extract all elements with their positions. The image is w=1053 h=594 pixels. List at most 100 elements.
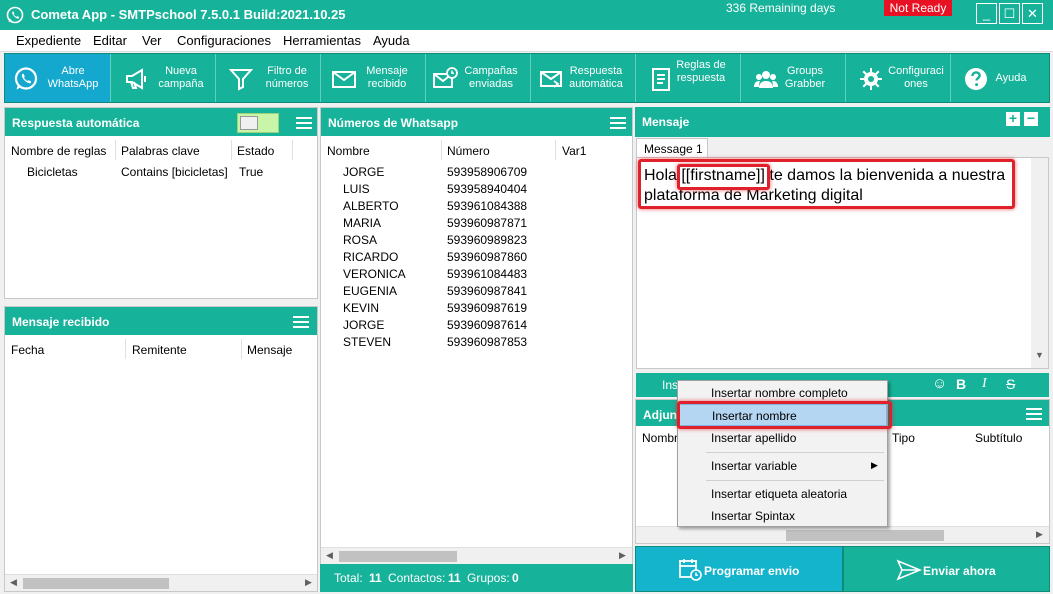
toolbar-label: Ayuda — [995, 72, 1027, 84]
panel-title: Mensaje — [642, 115, 690, 129]
scroll-thumb[interactable] — [23, 578, 169, 589]
menu-editar[interactable]: Editar — [93, 33, 127, 48]
menu-expediente[interactable]: Expediente — [16, 33, 81, 48]
scroll-thumb[interactable] — [786, 530, 944, 541]
toolbar-auto-reply[interactable]: Respuesta automática — [531, 54, 636, 102]
add-message-icon[interactable]: + — [1006, 111, 1020, 126]
close-button[interactable]: ✕ — [1022, 3, 1043, 24]
message-editor[interactable]: Hola [[firstname]] te damos la bienvenid… — [636, 157, 1049, 369]
menu-herramientas[interactable]: Herramientas — [283, 33, 361, 48]
horizontal-scrollbar[interactable]: ◀ ▶ — [5, 574, 317, 591]
column-header[interactable]: Fecha — [11, 343, 44, 357]
panel-title: Mensaje recibido — [12, 315, 110, 329]
groups-label: Grupos: — [467, 571, 510, 585]
menu-item-insert-variable[interactable]: Insertar variable ▶ — [678, 455, 887, 477]
contact-number: 593960987619 — [447, 301, 528, 315]
column-header[interactable]: Var1 — [562, 144, 586, 158]
scroll-right-icon[interactable]: ▶ — [619, 550, 626, 561]
menu-icon[interactable] — [296, 117, 312, 129]
contact-name: STEVEN — [343, 335, 392, 349]
horizontal-scrollbar[interactable]: ◀ ▶ — [321, 547, 632, 564]
toolbar: Abre WhatsApp Nueva campaña Filtro de nú… — [4, 53, 1050, 103]
menu-item-label: Insertar variable — [711, 459, 798, 473]
toolbar-help[interactable]: Ayuda — [951, 54, 1050, 102]
help-icon — [965, 68, 987, 90]
toolbar-new-campaign[interactable]: Nueva campaña — [111, 54, 216, 102]
message-highlight — [638, 159, 1015, 209]
menu-icon[interactable] — [610, 117, 626, 129]
contact-number: 593960987853 — [447, 335, 528, 349]
auto-reply-toggle[interactable] — [237, 113, 279, 133]
message-panel-header: Mensaje + − — [635, 107, 1050, 137]
menu-icon[interactable] — [293, 316, 309, 328]
scroll-right-icon[interactable]: ▶ — [1036, 529, 1043, 540]
column-divider — [115, 140, 116, 160]
toolbar-label: Reglas de respuesta — [676, 59, 726, 84]
whatsapp-icon — [6, 6, 24, 24]
toolbar-received-message[interactable]: Mensaje recibido — [321, 54, 426, 102]
maximize-button[interactable]: ☐ — [999, 3, 1020, 24]
tab-message-1[interactable]: Message 1 — [636, 138, 708, 158]
menu-item-label: Insertar Spintax — [711, 509, 796, 523]
toolbar-number-filter[interactable]: Filtro de números — [216, 54, 321, 102]
italic-icon[interactable]: I — [982, 376, 987, 392]
emoji-icon[interactable]: ☺ — [932, 375, 947, 392]
column-header[interactable]: Palabras clave — [121, 144, 200, 158]
numbers-status-bar: Total: 11 Contactos: 11 Grupos: 0 — [320, 564, 633, 592]
contact-number: 593958940404 — [447, 182, 528, 196]
contact-number: 593960987841 — [447, 284, 528, 298]
column-header[interactable]: Estado — [237, 144, 274, 158]
menu-item-insert-spintax[interactable]: Insertar Spintax — [678, 505, 887, 527]
insert-label[interactable]: Ins — [662, 378, 678, 392]
toolbar-sent-campaigns[interactable]: Campañas enviadas — [426, 54, 531, 102]
rule-state: True — [239, 165, 264, 179]
menu-item-insert-last-name[interactable]: Insertar apellido — [678, 427, 887, 449]
scroll-left-icon[interactable]: ◀ — [326, 550, 333, 561]
gear-icon — [860, 68, 882, 90]
funnel-icon — [228, 69, 254, 91]
panel-title: Adjun — [643, 408, 677, 422]
toolbar-open-whatsapp[interactable]: Abre WhatsApp — [5, 54, 111, 102]
contact-name: MARIA — [343, 216, 382, 230]
panel-title: Números de Whatsapp — [328, 116, 459, 130]
remove-message-icon[interactable]: − — [1024, 111, 1038, 126]
send-now-button[interactable]: Enviar ahora — [843, 546, 1050, 592]
toolbar-groups-grabber[interactable]: Groups Grabber — [741, 54, 846, 102]
scroll-right-icon[interactable]: ▶ — [305, 577, 312, 588]
column-header[interactable]: Nombre — [327, 144, 370, 158]
scroll-down-icon[interactable]: ▼ — [1035, 350, 1044, 360]
horizontal-scrollbar[interactable]: ▶ — [636, 526, 1049, 543]
vertical-scrollbar[interactable]: ▼ — [1031, 158, 1048, 368]
toolbar-label: Mensaje recibido — [366, 65, 408, 90]
menu-separator — [706, 452, 884, 453]
menu-item-insert-random-tag[interactable]: Insertar etiqueta aleatoria — [678, 483, 887, 505]
scroll-thumb[interactable] — [339, 551, 457, 562]
whatsapp-icon — [14, 67, 38, 90]
column-header[interactable]: Remitente — [132, 343, 187, 357]
send-plane-icon — [896, 559, 922, 581]
column-header[interactable]: Nombre de reglas — [11, 144, 106, 158]
column-header[interactable]: Subtítulo — [975, 431, 1022, 445]
toolbar-settings[interactable]: Configuraci ones — [846, 54, 951, 102]
rule-name: Bicicletas — [27, 165, 78, 179]
column-header[interactable]: Mensaje — [247, 343, 292, 357]
panel-header: Mensaje recibido — [5, 307, 317, 335]
menu-icon[interactable] — [1026, 408, 1042, 420]
contact-number: 593960987860 — [447, 250, 528, 264]
column-header[interactable]: Tipo — [892, 431, 915, 445]
menu-ayuda[interactable]: Ayuda — [373, 33, 410, 48]
column-divider — [292, 140, 293, 160]
send-now-label: Enviar ahora — [923, 564, 996, 578]
rules-document-icon — [652, 68, 670, 91]
contact-name: VERONICA — [343, 267, 406, 281]
bold-icon[interactable]: B — [956, 376, 966, 392]
menu-ver[interactable]: Ver — [142, 33, 162, 48]
minimize-button[interactable]: _ — [976, 3, 997, 24]
strikethrough-icon[interactable]: S — [1006, 376, 1015, 392]
schedule-send-button[interactable]: Programar envio — [635, 546, 843, 592]
toolbar-reply-rules[interactable]: Reglas de respuesta — [636, 54, 741, 102]
menu-configuraciones[interactable]: Configuraciones — [177, 33, 271, 48]
scroll-left-icon[interactable]: ◀ — [10, 577, 17, 588]
column-header[interactable]: Número — [447, 144, 490, 158]
toolbar-label: Abre WhatsApp — [47, 65, 99, 90]
